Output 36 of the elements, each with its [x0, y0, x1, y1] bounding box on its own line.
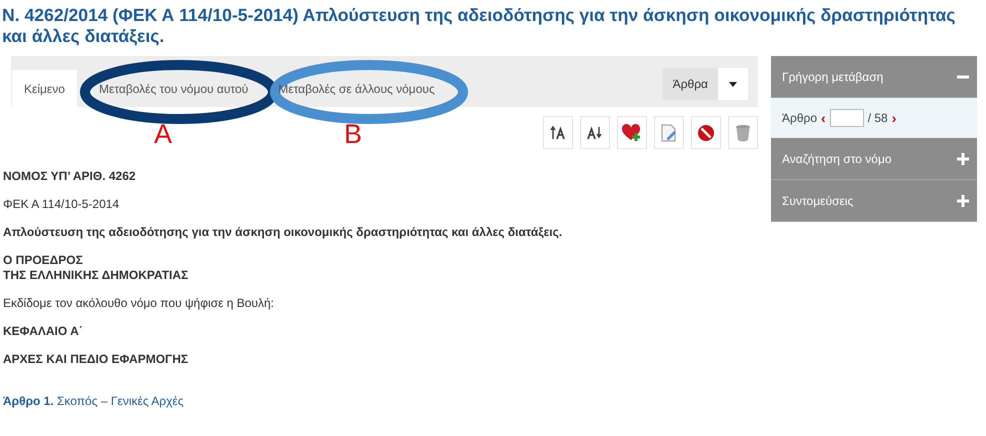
- section-title: Γρήγορη μετάβαση: [782, 70, 884, 84]
- articles-dropdown[interactable]: Άρθρα: [662, 68, 718, 100]
- sidebar-section-header[interactable]: Συντομεύσεις: [771, 180, 977, 222]
- previous-link[interactable]: ‹: [821, 110, 826, 126]
- no-entry-icon: [697, 124, 715, 142]
- article-label: Άρθρο: [782, 111, 818, 125]
- toolbar-button[interactable]: [617, 116, 647, 149]
- page-title: Ν. 4262/2014 (ΦΕΚ Α 114/10-5-2014) Απλούστευση της αδειοδότησης για την άσκηση οικονομικής δραστηριότητας και άλλες διατάξεις.: [1, 4, 956, 47]
- next-link[interactable]: ›: [892, 110, 896, 126]
- article-total: / 58: [868, 111, 888, 125]
- law-text: ΚΕΦΑΛΑΙΟ Α΄: [3, 324, 84, 339]
- annotation-label: A: [154, 119, 172, 150]
- law-text: Απλούστευση της αδειοδότησης για την άσκηση οικονομικής δραστηριότητας και άλλες διατάξεις.: [3, 225, 564, 240]
- text-decrease-icon: [587, 124, 603, 140]
- tab[interactable]: Κείμενο: [12, 70, 77, 107]
- edit-document-icon: [661, 124, 677, 142]
- section-title: Αναζήτηση στο νόμο: [782, 152, 892, 166]
- article-number-field[interactable]: [830, 109, 864, 127]
- toolbar-button[interactable]: [691, 116, 721, 149]
- trash-icon: [735, 124, 751, 142]
- annotation-label: B: [344, 119, 362, 150]
- law-text: Ο ΠΡΟΕΔΡΟΣ ΤΗΣ ΕΛΛΗΝΙΚΗΣ ΔΗΜΟΚΡΑΤΙΑΣ: [3, 253, 190, 283]
- toolbar-button[interactable]: [580, 116, 610, 149]
- sidebar-section-header[interactable]: Γρήγορη μετάβαση: [771, 56, 977, 98]
- law-text: ΝΟΜΟΣ ΥΠ’ ΑΡΙΘ. 4262: [3, 169, 137, 184]
- caret-icon: [729, 82, 737, 86]
- toolbar-button[interactable]: [543, 116, 573, 149]
- heart-plus-icon: [622, 124, 642, 142]
- sidebar-section-header[interactable]: Αναζήτηση στο νόμο: [771, 138, 977, 180]
- section-title: Συντομεύσεις: [782, 194, 854, 208]
- article-link[interactable]: Άρθρο 1. Σκοπός – Γενικές Αρχές: [3, 394, 758, 409]
- law-text: Εκδίδομε τον ακόλουθο νόμο που ψήφισε η Βουλή:: [3, 296, 276, 311]
- text-increase-icon: [550, 124, 566, 140]
- law-text: ΑΡΧΕΣ ΚΑΙ ΠΕΔΙΟ ΕΦΑΡΜΟΓΗΣ: [3, 352, 190, 367]
- dropdown-toggle[interactable]: [718, 68, 748, 100]
- law-text: ΦΕΚ Α 114/10-5-2014: [3, 197, 120, 212]
